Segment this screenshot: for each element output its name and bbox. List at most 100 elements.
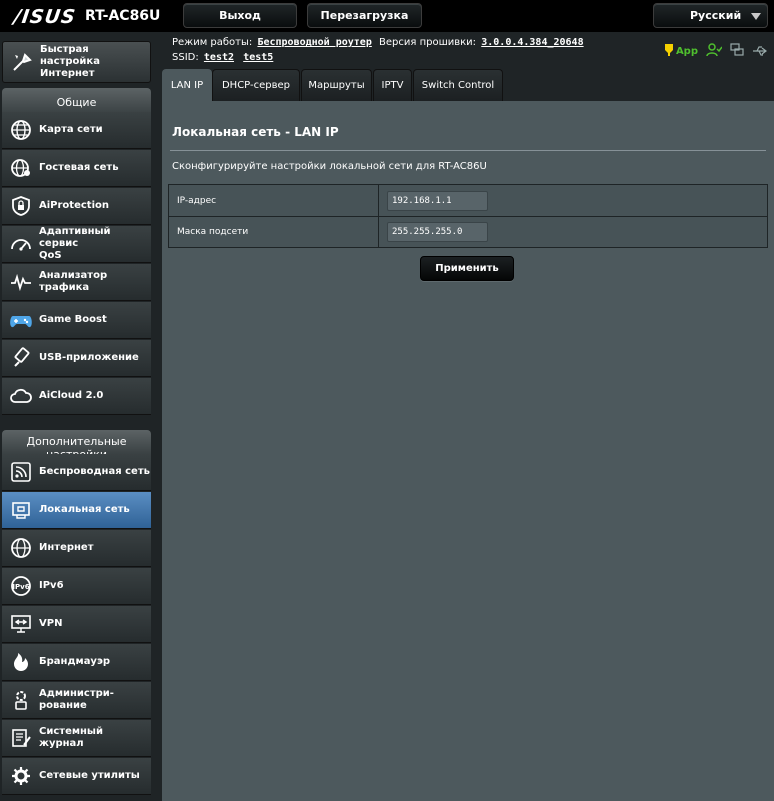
ip-address-input[interactable]: [387, 190, 488, 211]
svg-text:IPv6: IPv6: [12, 583, 29, 591]
gauge-icon: [8, 231, 34, 257]
ip-address-label: IP-адрес: [169, 185, 379, 216]
shield-lock-icon: [8, 193, 34, 219]
log-icon: [8, 725, 34, 751]
mode-label: Режим работы:: [172, 37, 253, 48]
quick-setup-label: Быстрая настройка Интернет: [40, 44, 100, 79]
status-bar: Режим работы: Беспроводной роутер Версия…: [162, 33, 774, 69]
general-section-header: Общие: [2, 88, 151, 114]
sidebar-item-administration[interactable]: Администри- рование: [2, 682, 151, 719]
sidebar-item-adaptive-qos[interactable]: Адаптивный сервис QoS: [2, 226, 151, 263]
usb-status-icon[interactable]: [752, 42, 768, 61]
globe-icon: [8, 117, 34, 143]
user-icon[interactable]: [706, 42, 723, 61]
mode-link[interactable]: Беспроводной роутер: [257, 37, 371, 48]
cloud-icon: [8, 383, 34, 409]
sidebar-item-label: Гостевая сеть: [39, 162, 119, 173]
sidebar-item-label: IPv6: [39, 580, 64, 591]
page-description: Сконфигурируйте настройки локальной сети…: [172, 161, 487, 172]
sidebar-item-network-map[interactable]: Карта сети: [2, 112, 151, 149]
sidebar-item-lan[interactable]: Локальная сеть: [2, 492, 151, 529]
sidebar-item-network-tools[interactable]: Сетевые утилиты: [2, 758, 151, 795]
main-panel: Локальная сеть - LAN IP Сконфигурируйте …: [162, 101, 774, 801]
sidebar-item-label: Сетевые утилиты: [39, 770, 140, 781]
app-link[interactable]: App: [676, 46, 698, 57]
router-model: RT-AC86U: [85, 8, 161, 24]
admin-icon: [8, 687, 34, 713]
tools-icon: [8, 763, 34, 789]
sidebar-item-firewall[interactable]: Брандмауэр: [2, 644, 151, 681]
firmware-update-icon[interactable]: [664, 42, 674, 61]
form-row-subnet-mask: Маска подсети: [169, 216, 767, 247]
sidebar-item-label: VPN: [39, 618, 63, 629]
subnet-mask-label: Маска подсети: [169, 217, 379, 247]
traffic-wave-icon: [8, 269, 34, 295]
ip-address-cell: [379, 185, 767, 216]
sidebar-item-internet[interactable]: Интернет: [2, 530, 151, 567]
sidebar-item-aiprotection[interactable]: AiProtection: [2, 188, 151, 225]
wireless-icon: [8, 459, 34, 485]
sidebar: Быстрая настройка Интернет Общие Карта с…: [0, 33, 162, 801]
vpn-icon: [8, 611, 34, 637]
sidebar-item-aicloud[interactable]: AiCloud 2.0: [2, 378, 151, 415]
tab-routes[interactable]: Маршруты: [301, 69, 372, 101]
sidebar-item-usb-app[interactable]: USB-приложение: [2, 340, 151, 377]
sidebar-item-system-log[interactable]: Системный журнал: [2, 720, 151, 757]
form-row-ip-address: IP-адрес: [169, 185, 767, 216]
sidebar-item-label: Системный журнал: [39, 726, 103, 749]
subnet-mask-cell: [379, 217, 767, 247]
guest-globe-icon: [8, 155, 34, 181]
lan-icon: [8, 497, 34, 523]
ssid-link-5g[interactable]: test5: [243, 52, 273, 63]
tab-iptv[interactable]: IPTV: [373, 69, 412, 101]
sidebar-item-wireless[interactable]: Беспроводная сеть: [2, 454, 151, 491]
page-title: Локальная сеть - LAN IP: [172, 125, 339, 139]
sidebar-item-label: Локальная сеть: [39, 504, 130, 515]
top-bar: /ISUS RT-AC86U Выход Перезагрузка Русски…: [0, 0, 774, 32]
sidebar-item-traffic-analyzer[interactable]: Анализатор трафика: [2, 264, 151, 301]
subnet-mask-input[interactable]: [387, 222, 488, 242]
sidebar-item-guest-network[interactable]: Гостевая сеть: [2, 150, 151, 187]
sidebar-item-label: Интернет: [39, 542, 94, 553]
reboot-button[interactable]: Перезагрузка: [307, 3, 422, 28]
internet-globe-icon: [8, 535, 34, 561]
sidebar-item-label: Беспроводная сеть: [39, 466, 150, 477]
sidebar-item-label: Адаптивный сервис QoS: [39, 226, 111, 261]
sidebar-item-ipv6[interactable]: IPv6 IPv6: [2, 568, 151, 605]
ipv6-icon: IPv6: [8, 573, 34, 599]
quick-setup-button[interactable]: Быстрая настройка Интернет: [2, 41, 151, 83]
firmware-link[interactable]: 3.0.0.4.384_20648: [481, 37, 583, 48]
logout-button[interactable]: Выход: [183, 3, 297, 28]
sidebar-item-label: Game Boost: [39, 314, 107, 325]
usb-icon: [8, 345, 34, 371]
ssid-line: SSID: test2 test5: [172, 52, 277, 63]
advanced-section-header: Дополнительные настройки: [2, 430, 151, 454]
asus-logo[interactable]: /ISUS: [12, 6, 77, 28]
gamepad-icon: [8, 307, 34, 333]
sidebar-item-label: AiCloud 2.0: [39, 390, 104, 401]
sidebar-item-game-boost[interactable]: Game Boost: [2, 302, 151, 339]
lan-ip-form: IP-адрес Маска подсети: [168, 184, 768, 248]
network-devices-icon[interactable]: [730, 42, 744, 61]
language-label: Русский: [690, 9, 742, 22]
chevron-down-icon: [751, 13, 761, 20]
status-icons: App: [664, 42, 768, 61]
sidebar-item-label: AiProtection: [39, 200, 109, 211]
firewall-icon: [8, 649, 34, 675]
title-divider: [170, 150, 766, 151]
sidebar-item-label: Брандмауэр: [39, 656, 111, 667]
language-select[interactable]: Русский: [653, 3, 768, 28]
ssid-link-2g[interactable]: test2: [204, 52, 234, 63]
apply-button[interactable]: Применить: [420, 256, 514, 281]
tab-dhcp-server[interactable]: DHCP-сервер: [212, 69, 300, 101]
sidebar-item-label: Администри- рование: [39, 688, 114, 711]
firmware-label: Версия прошивки:: [379, 37, 477, 48]
tab-lan-ip[interactable]: LAN IP: [162, 69, 212, 101]
quick-setup-icon: [9, 49, 35, 75]
sidebar-item-vpn[interactable]: VPN: [2, 606, 151, 643]
sidebar-item-label: Карта сети: [39, 124, 103, 135]
ssid-label: SSID:: [172, 52, 199, 63]
sidebar-item-label: USB-приложение: [39, 352, 139, 363]
tab-switch-control[interactable]: Switch Control: [413, 69, 503, 101]
mode-line: Режим работы: Беспроводной роутер Версия…: [172, 37, 588, 48]
